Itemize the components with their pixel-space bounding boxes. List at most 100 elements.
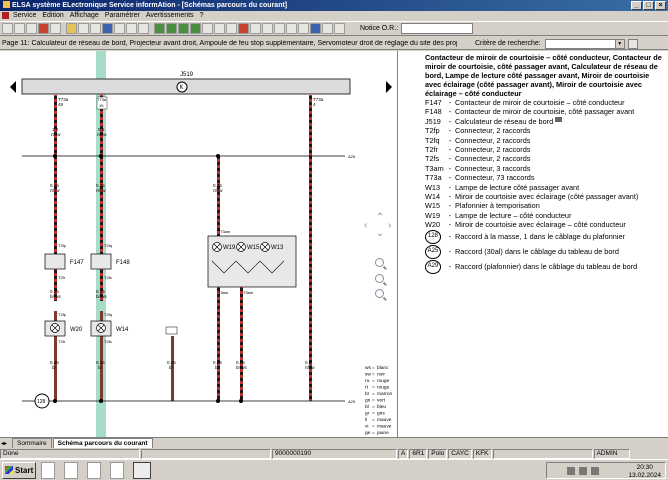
notes-icon[interactable] [298, 23, 309, 34]
minimize-button[interactable]: _ [631, 1, 642, 10]
settings-icon[interactable] [250, 23, 261, 34]
key-icon[interactable] [322, 23, 333, 34]
legend-item: W14- Miroir de courtoisie avec éclairage … [425, 192, 639, 202]
wiring-diagram[interactable]: J519 K A25 A29 128 T73a 48 T73a 15 T73a … [0, 51, 398, 437]
page-description-bar: Page 11: Calculateur de réseau de bord, … [0, 38, 668, 50]
svg-text:rt/sw: rt/sw [305, 365, 315, 370]
list-icon[interactable] [202, 23, 213, 34]
scroll-right-arrow [386, 81, 392, 93]
tray-sound-icon[interactable] [579, 467, 587, 475]
vehicle-icon[interactable] [154, 23, 165, 34]
system-clock[interactable]: 20:30 13.02.2024 [628, 464, 661, 479]
search-go-button[interactable] [627, 38, 638, 49]
start-button[interactable]: Start [2, 461, 36, 479]
copy-icon[interactable] [138, 23, 149, 34]
search-icon[interactable] [114, 23, 125, 34]
wire-color-key: ws = blancsw = noirro = rougert = rougebr = marron… [365, 365, 393, 436]
legend-item: T2fp - Connecteur, 2 raccords [425, 126, 531, 136]
document-tabs: ◂▸ Sommaire Schéma parcours du courant [0, 437, 668, 448]
zoom-in-icon[interactable] [375, 258, 384, 267]
color-key-name: marron [377, 391, 393, 397]
lamp-w15-label: W15 [247, 245, 260, 251]
legend-text: Connecteur, 73 raccords [455, 173, 535, 183]
legend-item: T2fq - Connecteur, 2 raccords [425, 135, 531, 145]
menu-help[interactable]: ? [200, 12, 204, 19]
tray-security-icon[interactable] [591, 467, 599, 475]
pan-right-icon[interactable]: › [388, 220, 391, 231]
chart-icon[interactable] [226, 23, 237, 34]
legend-item: T2fr - Connecteur, 2 raccords [425, 145, 531, 155]
forward-icon[interactable] [14, 23, 25, 34]
zoom-fit-icon[interactable] [375, 274, 384, 283]
close-doc-icon[interactable] [38, 23, 49, 34]
legend-circle-list: 128- Raccord à la masse, 1 dans le câblag… [425, 230, 664, 275]
print-icon[interactable] [78, 23, 89, 34]
svg-text:=: = [372, 373, 375, 378]
svg-text:br/ws: br/ws [96, 294, 108, 299]
calendar-icon[interactable] [274, 23, 285, 34]
switch-f148 [90, 253, 112, 270]
taskbar-document-icon[interactable] [110, 461, 124, 479]
menu-affichage[interactable]: Affichage [70, 12, 99, 19]
document-green-icon[interactable] [166, 23, 177, 34]
notice-input[interactable] [401, 23, 474, 34]
legend-code: F148 [425, 107, 442, 117]
legend-text: Calculateur de réseau de bord [455, 116, 554, 126]
app-menu-icon[interactable] [2, 12, 9, 19]
tools-icon[interactable] [214, 23, 225, 34]
folder-icon[interactable] [66, 23, 77, 34]
svg-text:=: = [372, 386, 375, 391]
warning-icon[interactable] [238, 23, 249, 34]
status-user: ADMIN [593, 448, 630, 459]
refresh-icon[interactable] [50, 23, 61, 34]
menu-parametrer[interactable]: Paramétrer [105, 12, 140, 19]
info-icon[interactable] [102, 23, 113, 34]
legend-text: Plafonnier à temporisation [455, 201, 540, 211]
mail-icon[interactable] [286, 23, 297, 34]
svg-text:=: = [372, 405, 375, 410]
menu-service[interactable]: Service [13, 12, 36, 19]
tab-sommaire[interactable]: Sommaire [12, 438, 52, 448]
diagnostic-icon[interactable] [178, 23, 189, 34]
maximize-button[interactable]: □ [643, 1, 654, 10]
pan-left-icon[interactable]: ‹ [364, 220, 367, 231]
taskbar-document-icon[interactable] [87, 461, 101, 479]
pan-down-icon[interactable]: ⌄ [376, 228, 384, 239]
taskbar-document-icon[interactable] [41, 461, 55, 479]
lamp-w13-label: W13 [271, 245, 284, 251]
lock-icon[interactable] [334, 23, 345, 34]
bookmark-icon[interactable] [126, 23, 137, 34]
tab-schema-parcours[interactable]: Schéma parcours du courant [52, 438, 153, 448]
workshop-icon[interactable] [190, 23, 201, 34]
taskbar-document-icon[interactable] [64, 461, 78, 479]
taskbar-elsa-app-icon[interactable] [133, 461, 151, 479]
camera-icon[interactable] [555, 116, 563, 122]
tray-network-icon[interactable] [567, 467, 575, 475]
svg-text:br/ws: br/ws [236, 365, 248, 370]
color-key-code: br [365, 391, 370, 397]
window-titlebar[interactable]: ELSA système ELectronique Service inform… [0, 0, 668, 11]
close-button[interactable]: × [655, 1, 666, 10]
color-key-name: blanc [377, 365, 389, 371]
color-key-name: jaune [376, 430, 389, 436]
legend-item: W13- Lampe de lecture côté passager avant [425, 182, 580, 192]
zoom-out-icon[interactable] [375, 289, 384, 298]
legend-item: J519- Calculateur de réseau de bord [425, 116, 664, 126]
user-icon[interactable] [262, 23, 273, 34]
search-criteria-select[interactable]: ▼ [544, 38, 625, 49]
back-icon[interactable] [2, 23, 13, 34]
tab-scroll-arrows-icon[interactable]: ◂▸ [1, 440, 7, 447]
menu-avertissements[interactable]: Avertissements [146, 12, 194, 19]
menu-edition[interactable]: Edition [42, 12, 63, 19]
color-key-name: rouge [377, 378, 390, 384]
legend-item: T2fs - Connecteur, 2 raccords [425, 154, 531, 164]
svg-text:rt/sw: rt/sw [51, 132, 61, 137]
help-icon[interactable] [310, 23, 321, 34]
print-preview-icon[interactable] [90, 23, 101, 34]
svg-text:T3am: T3am [220, 229, 231, 234]
legend-text: Connecteur, 2 raccords [455, 135, 531, 145]
pan-up-icon[interactable]: ⌃ [376, 212, 384, 223]
toolbar: Notice O.R.: [0, 21, 668, 36]
stop-icon[interactable] [26, 23, 37, 34]
chevron-down-icon[interactable]: ▼ [614, 39, 624, 48]
